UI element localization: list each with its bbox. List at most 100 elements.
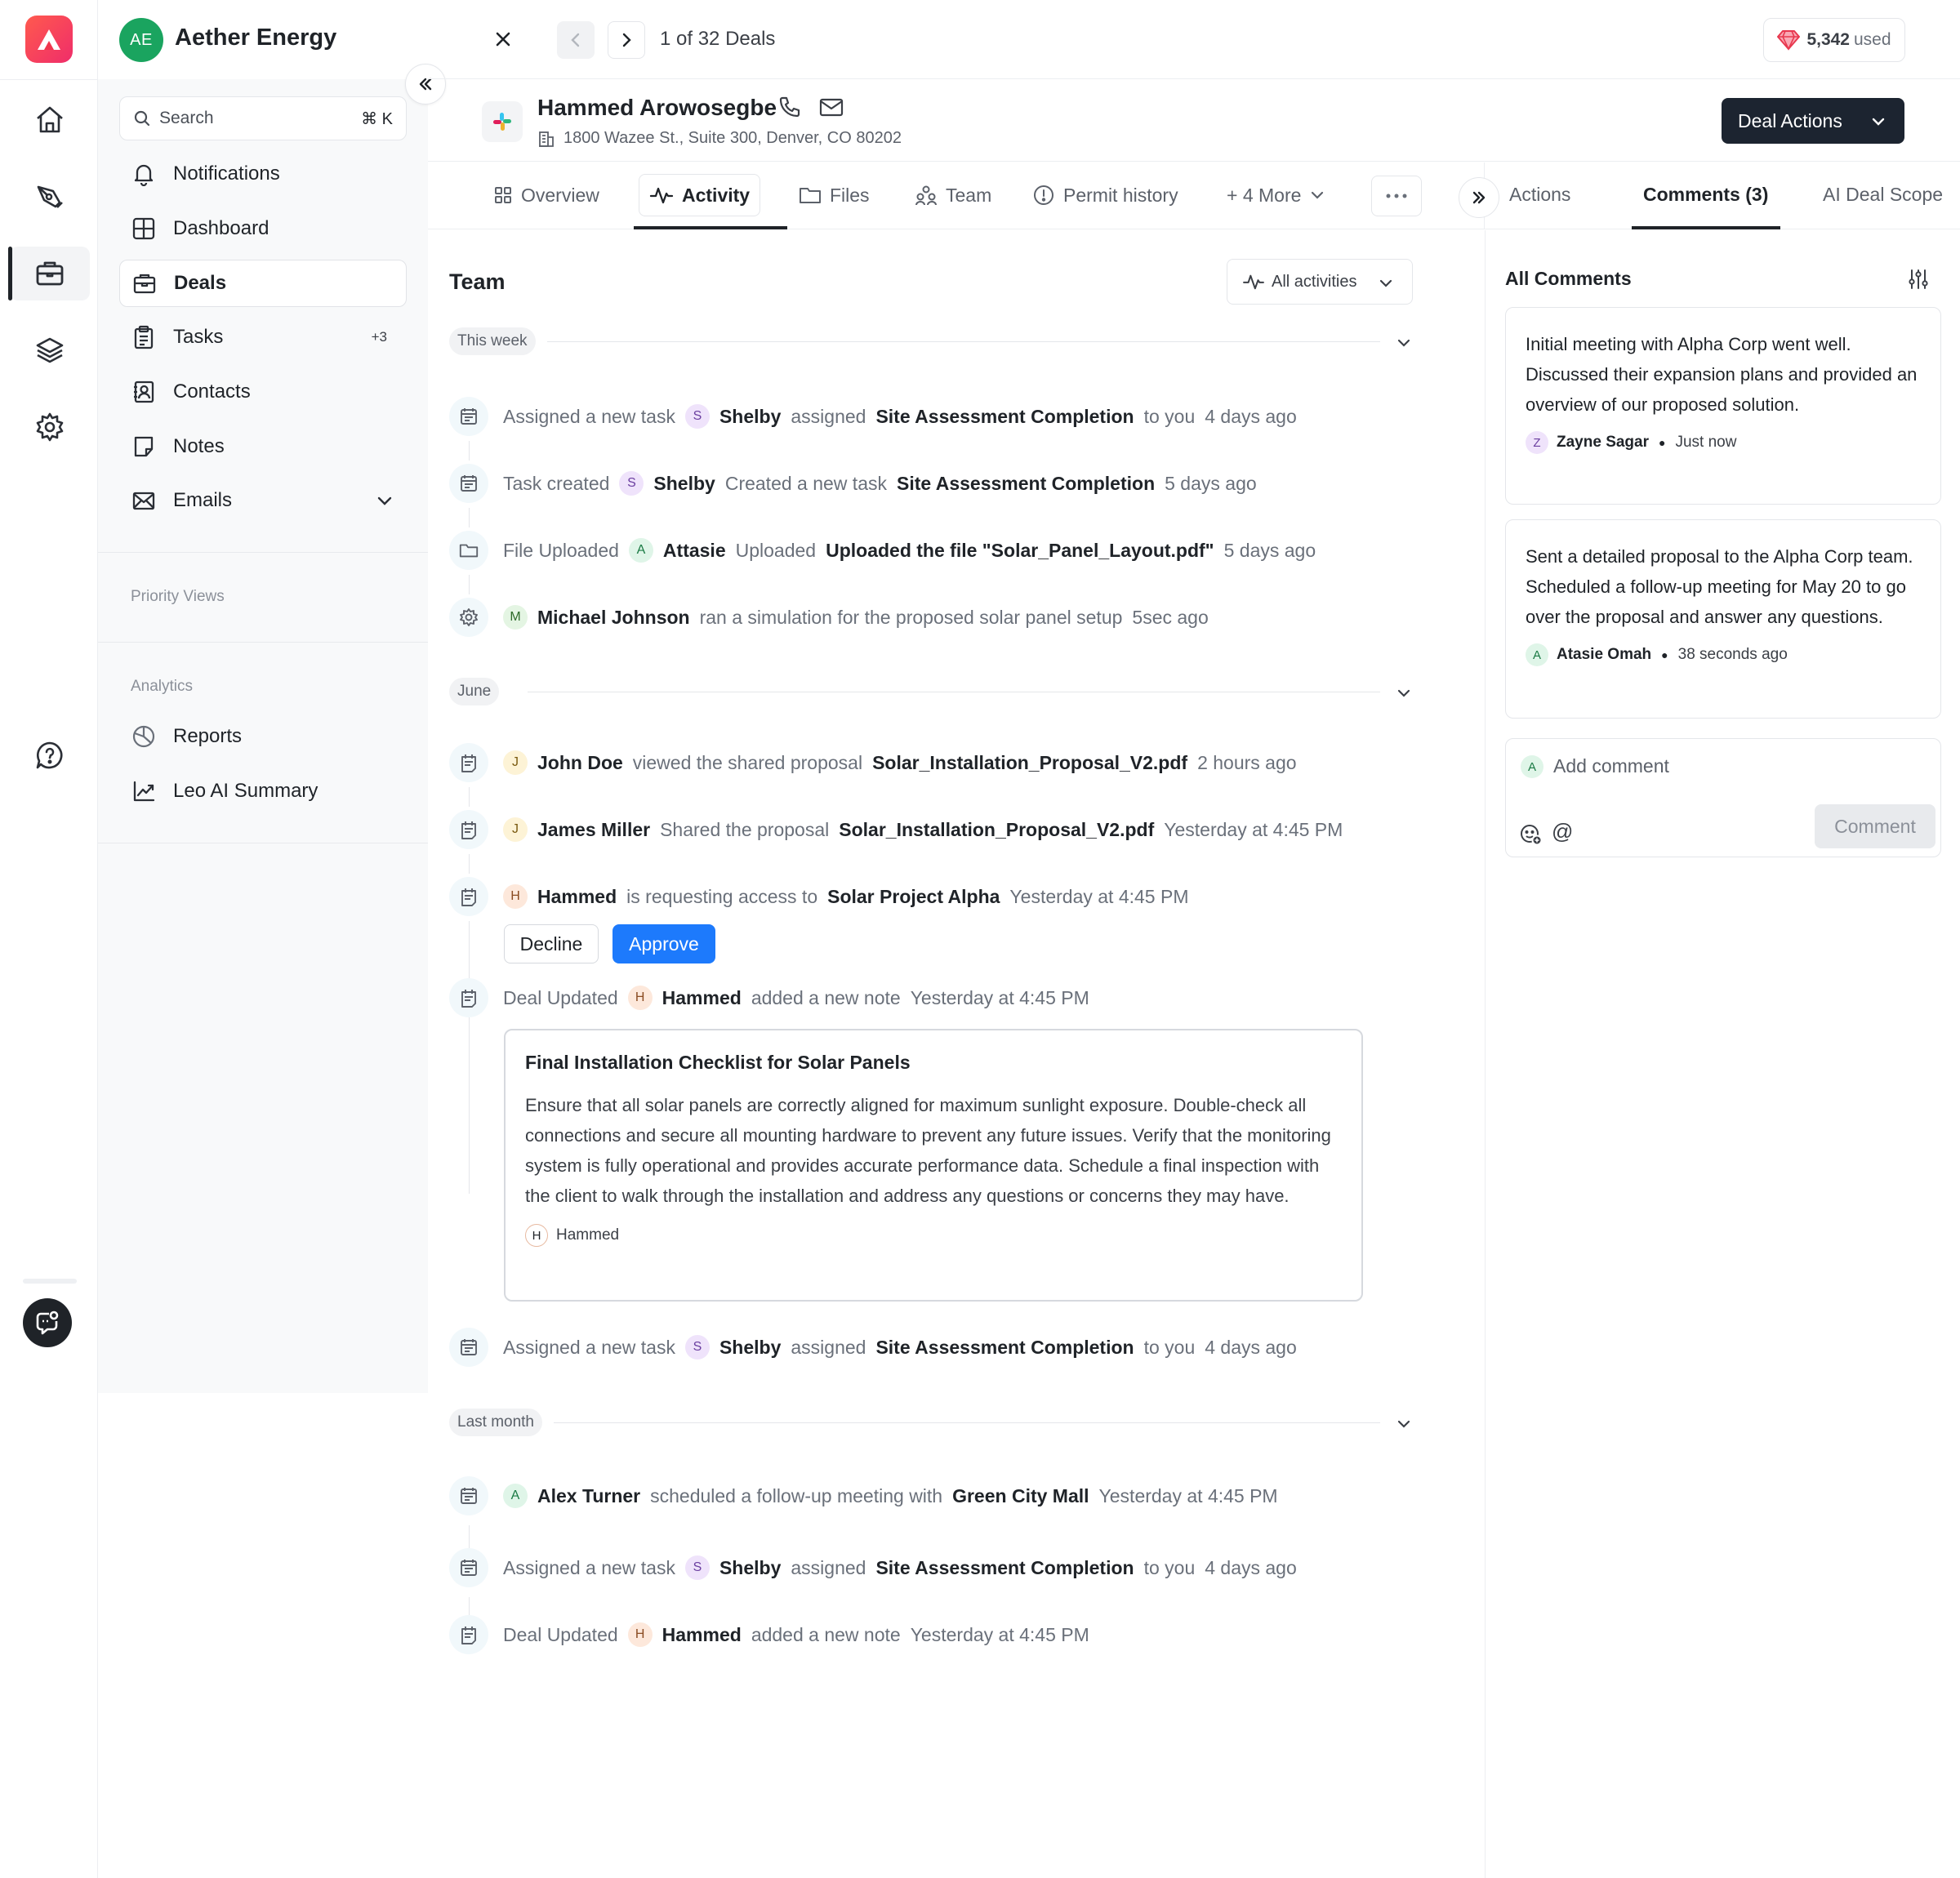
comment-input[interactable]: Add comment bbox=[1553, 755, 1669, 777]
comment-card[interactable]: Sent a detailed proposal to the Alpha Co… bbox=[1505, 519, 1941, 719]
activity-object[interactable]: Green City Mall bbox=[952, 1485, 1089, 1507]
sidebar-item-tasks[interactable]: Tasks +3 bbox=[119, 314, 407, 361]
activity-item[interactable]: Assigned a new task S Shelby assigned Si… bbox=[449, 1328, 1307, 1367]
comment-submit-button[interactable]: Comment bbox=[1815, 804, 1936, 848]
sidebar-item-notifications[interactable]: Notifications bbox=[119, 150, 407, 198]
tab-team[interactable]: Team bbox=[905, 174, 1001, 216]
org-avatar[interactable]: AE bbox=[119, 18, 163, 62]
activity-item[interactable]: Deal Updated H Hammed added a new note Y… bbox=[449, 1615, 1099, 1654]
activity-object[interactable]: Solar Project Alpha bbox=[827, 886, 1000, 908]
sidebar-item-notes[interactable]: Notes bbox=[119, 423, 407, 470]
separator-dot: ● bbox=[1659, 436, 1666, 449]
tab-ai-deal-scope[interactable]: AI Deal Scope bbox=[1823, 184, 1943, 206]
activity-actor[interactable]: Shelby bbox=[719, 1337, 781, 1359]
tab-overview[interactable]: Overview bbox=[483, 174, 609, 216]
comment-card[interactable]: Initial meeting with Alpha Corp went wel… bbox=[1505, 307, 1941, 505]
close-icon[interactable] bbox=[488, 24, 518, 54]
chevron-down-icon[interactable] bbox=[1395, 334, 1413, 352]
activity-object[interactable]: Site Assessment Completion bbox=[875, 1557, 1134, 1579]
mention-icon[interactable]: @ bbox=[1552, 819, 1573, 844]
next-deal-button[interactable] bbox=[608, 21, 645, 59]
sidebar-item-label: Tasks bbox=[173, 326, 224, 348]
sidebar-item-leo-ai-summary[interactable]: Leo AI Summary bbox=[119, 768, 407, 815]
search-input[interactable]: Search ⌘ K bbox=[119, 96, 407, 140]
activity-item[interactable]: Task created S Shelby Created a new task… bbox=[449, 464, 1267, 503]
support-chat-icon[interactable] bbox=[23, 1298, 72, 1347]
tab-comments[interactable]: Comments (3) bbox=[1643, 184, 1768, 206]
activity-actor[interactable]: Shelby bbox=[653, 473, 715, 495]
home-icon[interactable] bbox=[10, 93, 90, 147]
comment-author[interactable]: Atasie Omah bbox=[1557, 646, 1651, 664]
tab-activity[interactable]: Activity bbox=[639, 174, 761, 216]
filter-sliders-icon[interactable] bbox=[1907, 268, 1930, 291]
sidebar-item-contacts[interactable]: Contacts bbox=[119, 368, 407, 416]
note-card[interactable]: Final Installation Checklist for Solar P… bbox=[504, 1029, 1363, 1302]
credits-usage-badge[interactable]: 5,342 used bbox=[1763, 18, 1905, 62]
activity-item[interactable]: Deal Updated H Hammed added a new note Y… bbox=[449, 978, 1099, 1017]
comment-author[interactable]: Zayne Sagar bbox=[1557, 434, 1649, 452]
pen-tool-icon[interactable] bbox=[10, 170, 90, 224]
briefcase-icon[interactable] bbox=[8, 247, 90, 300]
activity-actor[interactable]: Shelby bbox=[719, 1557, 781, 1579]
activity-item[interactable]: J James Miller Shared the proposal Solar… bbox=[449, 810, 1352, 849]
tab-permit-history[interactable]: Permit history bbox=[1022, 174, 1188, 216]
decline-button[interactable]: Decline bbox=[504, 924, 599, 963]
chevron-down-icon[interactable] bbox=[374, 490, 395, 511]
activity-actor[interactable]: James Miller bbox=[537, 819, 650, 841]
activity-item[interactable]: A Alex Turner scheduled a follow-up meet… bbox=[449, 1476, 1288, 1515]
mail-icon[interactable] bbox=[818, 95, 844, 119]
bell-icon bbox=[131, 161, 157, 187]
activity-actor[interactable]: Hammed bbox=[662, 987, 742, 1009]
approve-button[interactable]: Approve bbox=[612, 924, 715, 963]
group-header-june[interactable]: June bbox=[449, 678, 1413, 705]
activity-object[interactable]: Site Assessment Completion bbox=[897, 473, 1155, 495]
layers-icon[interactable] bbox=[10, 323, 90, 377]
sidebar-item-dashboard[interactable]: Dashboard bbox=[119, 205, 407, 252]
tab-files[interactable]: Files bbox=[789, 174, 880, 216]
help-chat-icon[interactable] bbox=[10, 728, 90, 782]
activity-actor[interactable]: Alex Turner bbox=[537, 1485, 640, 1507]
activity-actor[interactable]: Michael Johnson bbox=[537, 607, 690, 629]
group-header-this-week[interactable]: This week bbox=[449, 327, 1413, 355]
activity-verb: assigned bbox=[791, 1556, 866, 1578]
group-header-last-month[interactable]: Last month bbox=[449, 1408, 1413, 1436]
activity-suffix: to you bbox=[1143, 1336, 1196, 1358]
sidebar-item-deals[interactable]: Deals bbox=[119, 260, 407, 307]
sidebar: AE Aether Energy Search ⌘ K Notification… bbox=[98, 0, 428, 1393]
settings-gear-icon[interactable] bbox=[10, 400, 90, 454]
chevron-down-icon[interactable] bbox=[1395, 684, 1413, 702]
tab-actions[interactable]: Actions bbox=[1509, 184, 1570, 206]
activity-actor[interactable]: Attasie bbox=[663, 540, 726, 562]
chevron-down-icon bbox=[1379, 279, 1392, 287]
activity-actor[interactable]: Shelby bbox=[719, 406, 781, 428]
sidebar-item-emails[interactable]: Emails bbox=[119, 477, 407, 524]
activity-filter-dropdown[interactable]: All activities bbox=[1227, 259, 1413, 305]
phone-icon[interactable] bbox=[777, 95, 802, 119]
emoji-add-icon[interactable] bbox=[1519, 822, 1544, 847]
chevron-down-icon[interactable] bbox=[1395, 1415, 1413, 1433]
activity-actor[interactable]: Hammed bbox=[537, 886, 617, 908]
app-logo[interactable] bbox=[25, 16, 73, 63]
org-name[interactable]: Aether Energy bbox=[175, 24, 336, 51]
activity-object[interactable]: Site Assessment Completion bbox=[875, 406, 1134, 428]
activity-actor[interactable]: Hammed bbox=[662, 1624, 742, 1646]
activity-item[interactable]: M Michael Johnson ran a simulation for t… bbox=[449, 598, 1218, 637]
activity-item[interactable]: H Hammed is requesting access to Solar P… bbox=[449, 877, 1198, 916]
expand-panel-button[interactable] bbox=[1459, 177, 1499, 218]
deal-actions-label: Deal Actions bbox=[1738, 109, 1842, 131]
activity-item[interactable]: J John Doe viewed the shared proposal So… bbox=[449, 743, 1307, 782]
activity-object[interactable]: Solar_Installation_Proposal_V2.pdf bbox=[872, 752, 1187, 774]
activity-object[interactable]: Site Assessment Completion bbox=[875, 1337, 1134, 1359]
sidebar-item-reports[interactable]: Reports bbox=[119, 713, 407, 760]
add-comment-box[interactable]: A Add comment @ Comment bbox=[1505, 738, 1941, 857]
deal-actions-button[interactable]: Deal Actions bbox=[1722, 98, 1904, 144]
activity-object[interactable]: Solar_Installation_Proposal_V2.pdf bbox=[839, 819, 1154, 841]
activity-actor[interactable]: John Doe bbox=[537, 752, 623, 774]
previous-deal-button[interactable] bbox=[557, 21, 595, 59]
activity-object[interactable]: Uploaded the file "Solar_Panel_Layout.pd… bbox=[826, 540, 1214, 562]
tab-more[interactable]: + 4 More bbox=[1217, 174, 1335, 216]
activity-item[interactable]: Assigned a new task S Shelby assigned Si… bbox=[449, 397, 1307, 436]
more-options-icon[interactable] bbox=[1371, 176, 1422, 216]
activity-item[interactable]: File Uploaded A Attasie Uploaded Uploade… bbox=[449, 531, 1325, 570]
activity-item[interactable]: Assigned a new task S Shelby assigned Si… bbox=[449, 1548, 1307, 1587]
